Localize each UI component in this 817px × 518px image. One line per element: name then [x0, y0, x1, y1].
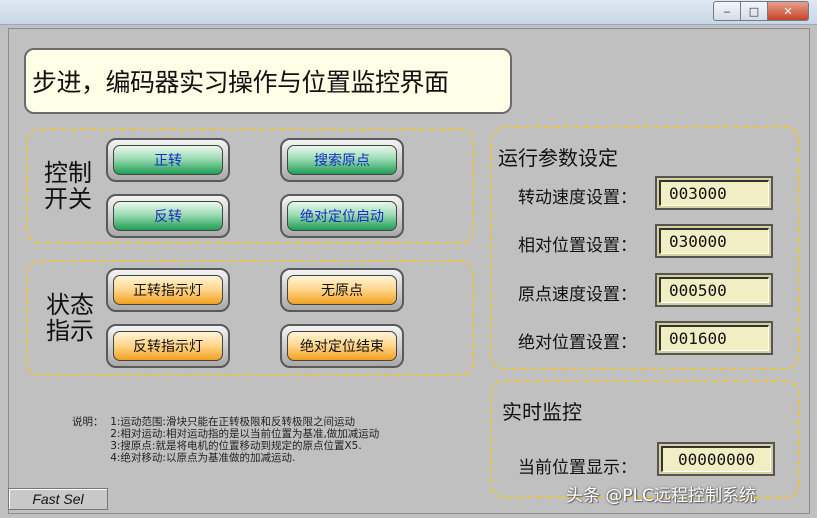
- watermark: 头条 @PLC远程控制系统: [566, 486, 756, 506]
- status-group-label: 状态 指示: [46, 292, 94, 344]
- close-button[interactable]: ✕: [767, 1, 809, 21]
- search-origin-button-label: 搜索原点: [287, 145, 397, 175]
- relative-position-value[interactable]: 030000: [659, 228, 769, 254]
- control-label-line1: 控制: [44, 159, 92, 187]
- forward-indicator-label: 正转指示灯: [113, 275, 223, 305]
- absolute-position-value[interactable]: 001600: [659, 325, 769, 351]
- absolute-position-end-indicator-label: 绝对定位结束: [287, 331, 397, 361]
- relative-position-label: 相对位置设置：: [518, 236, 637, 256]
- absolute-position-label: 绝对位置设置：: [518, 333, 637, 353]
- note-line-3: 3:搜原点:就是将电机的位置移动到规定的原点位置X5.: [110, 440, 362, 452]
- no-origin-indicator-label: 无原点: [287, 275, 397, 305]
- control-group-label: 控制 开关: [44, 160, 92, 212]
- current-position-display: 00000000: [657, 442, 775, 476]
- forward-indicator-lamp: 正转指示灯: [106, 268, 230, 312]
- origin-speed-value[interactable]: 000500: [659, 277, 769, 303]
- status-label-line1: 状态: [46, 291, 94, 319]
- current-position-label: 当前位置显示：: [518, 458, 637, 478]
- forward-button[interactable]: 正转: [106, 138, 230, 182]
- absolute-position-start-button[interactable]: 绝对定位启动: [280, 194, 404, 238]
- no-origin-indicator-lamp: 无原点: [280, 268, 404, 312]
- page-title: 步进，编码器实习操作与位置监控界面: [24, 48, 512, 114]
- note-line-2: 2:相对运动:相对运动指的是以当前位置为基准,做加减运动: [110, 428, 380, 440]
- rotation-speed-value[interactable]: 003000: [659, 180, 769, 206]
- reverse-indicator-label: 反转指示灯: [113, 331, 223, 361]
- absolute-position-end-indicator-lamp: 绝对定位结束: [280, 324, 404, 368]
- minimize-button[interactable]: ‒: [713, 1, 741, 21]
- rotation-speed-label: 转动速度设置：: [518, 188, 637, 208]
- forward-button-label: 正转: [113, 145, 223, 175]
- absolute-position-field[interactable]: 001600: [655, 321, 773, 355]
- origin-speed-label: 原点速度设置：: [518, 285, 637, 305]
- monitor-title: 实时监控: [502, 400, 582, 424]
- control-group-frame: [26, 128, 474, 244]
- note-line-1: 1:运动范围:滑块只能在正转极限和反转极限之间运动: [110, 416, 355, 428]
- title-bar: ‒ □ ✕: [0, 0, 817, 25]
- origin-speed-field[interactable]: 000500: [655, 273, 773, 307]
- notes: 说明： 1:运动范围:滑块只能在正转极限和反转极限之间运动 2:相对运动:相对运动…: [72, 416, 379, 464]
- window-controls: ‒ □ ✕: [713, 1, 809, 21]
- absolute-position-start-button-label: 绝对定位启动: [287, 201, 397, 231]
- search-origin-button[interactable]: 搜索原点: [280, 138, 404, 182]
- reverse-button-label: 反转: [113, 201, 223, 231]
- fast-sel-button[interactable]: Fast Sel: [8, 488, 108, 510]
- notes-prefix: 说明：: [72, 416, 104, 428]
- reverse-button[interactable]: 反转: [106, 194, 230, 238]
- note-line-4: 4:绝对移动:以原点为基准做的加减运动.: [110, 452, 296, 464]
- hmi-window: ‒ □ ✕ 步进，编码器实习操作与位置监控界面 控制 开关 正转 搜索原点 反转…: [0, 0, 817, 518]
- rotation-speed-field[interactable]: 003000: [655, 176, 773, 210]
- relative-position-field[interactable]: 030000: [655, 224, 773, 258]
- reverse-indicator-lamp: 反转指示灯: [106, 324, 230, 368]
- params-title: 运行参数设定: [498, 146, 618, 170]
- status-label-line2: 指示: [46, 317, 94, 345]
- current-position-value: 00000000: [661, 446, 771, 472]
- control-label-line2: 开关: [44, 185, 92, 213]
- maximize-button[interactable]: □: [740, 1, 768, 21]
